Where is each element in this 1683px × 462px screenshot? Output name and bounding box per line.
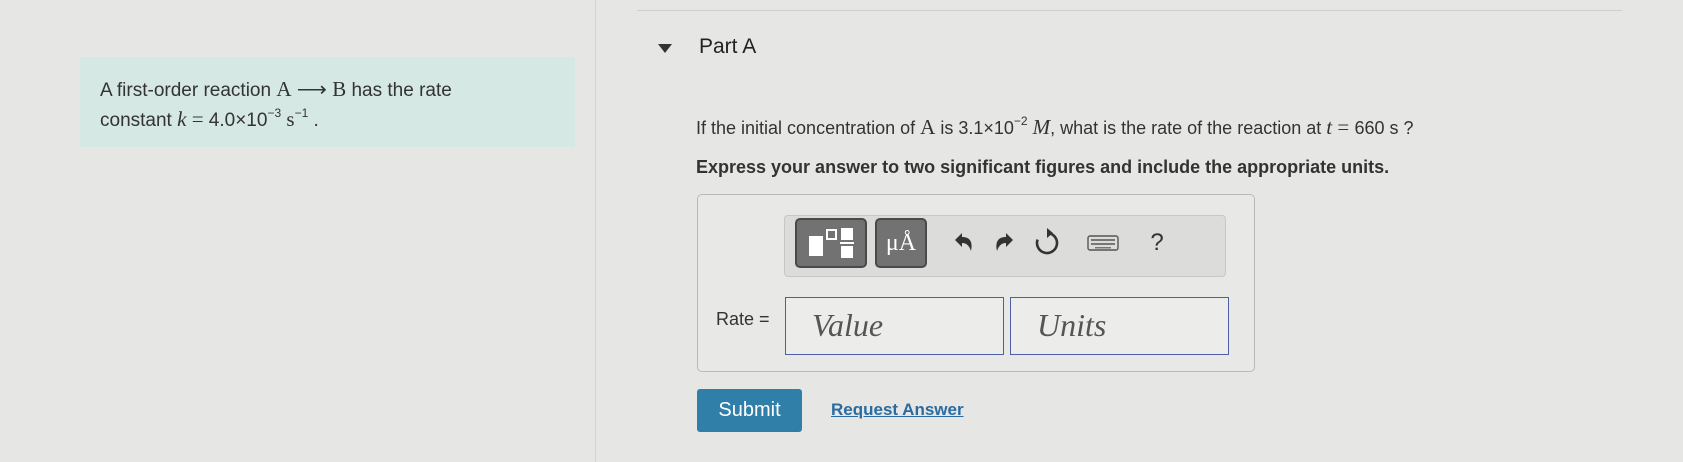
part-title[interactable]: Part A <box>699 35 756 59</box>
reaction-arrow: ⟶ <box>296 77 327 101</box>
math-toolbar: μÅ ? <box>784 215 1226 277</box>
rate-label: Rate = <box>716 309 770 329</box>
intro-line-2: constant k = 4.0×10−3 s−1 . <box>100 105 555 135</box>
equals-sign: = <box>1332 115 1355 139</box>
help-button[interactable]: ? <box>1139 218 1175 268</box>
rate-constant-unit: s <box>281 107 295 131</box>
intro-line-1: A first-order reaction A ⟶ B has the rat… <box>100 75 555 105</box>
value-input[interactable]: Value <box>785 297 1004 355</box>
intro-text: . <box>308 110 319 131</box>
rate-constant-unit-exponent: −1 <box>294 106 309 120</box>
concentration-value: 3.1×10 <box>958 118 1014 138</box>
submit-button[interactable]: Submit <box>697 389 802 432</box>
keyboard-button[interactable] <box>1083 218 1123 268</box>
question-fragment: , what is the rate of the reaction at <box>1050 118 1327 138</box>
units-input[interactable]: Units <box>1010 297 1229 355</box>
answer-container: μÅ ? Rate = Value Units <box>697 194 1255 372</box>
intro-text: constant <box>100 110 178 131</box>
units-button[interactable]: μÅ <box>875 218 927 268</box>
redo-icon <box>996 233 1013 251</box>
reset-button[interactable] <box>1029 218 1065 268</box>
reactant-symbol: A <box>276 77 292 101</box>
redo-button[interactable] <box>987 218 1023 268</box>
time-value: 660 s <box>1354 118 1399 138</box>
reset-icon <box>1035 228 1059 255</box>
request-answer-link[interactable]: Request Answer <box>831 400 964 420</box>
undo-button[interactable] <box>945 218 981 268</box>
problem-statement: A first-order reaction A ⟶ B has the rat… <box>80 57 575 147</box>
question-fragment: is <box>935 118 959 138</box>
species-symbol: A <box>920 115 936 139</box>
intro-text: A first-order reaction <box>100 80 277 101</box>
templates-icon <box>809 228 854 258</box>
question-fragment: If the initial concentration of <box>696 118 921 138</box>
rate-constant-exponent: −3 <box>267 106 282 120</box>
problem-intro-pane: A first-order reaction A ⟶ B has the rat… <box>0 0 596 462</box>
question-text: If the initial concentration of A is 3.1… <box>696 115 1414 140</box>
collapse-triangle-icon[interactable] <box>658 44 672 53</box>
part-a-pane: Part A If the initial concentration of A… <box>637 0 1683 462</box>
divider <box>637 10 1622 11</box>
templates-button[interactable] <box>795 218 867 268</box>
intro-text: has the rate <box>346 80 452 101</box>
concentration-exponent: −2 <box>1013 114 1028 128</box>
rate-constant-value: 4.0×10 <box>208 110 268 131</box>
product-symbol: B <box>332 77 347 101</box>
equals-sign: = <box>186 107 209 131</box>
concentration-unit: M <box>1032 115 1051 139</box>
keyboard-icon <box>1087 235 1119 251</box>
undo-icon <box>955 233 972 251</box>
question-fragment: ? <box>1398 118 1414 138</box>
answer-instruction: Express your answer to two significant f… <box>696 157 1390 177</box>
